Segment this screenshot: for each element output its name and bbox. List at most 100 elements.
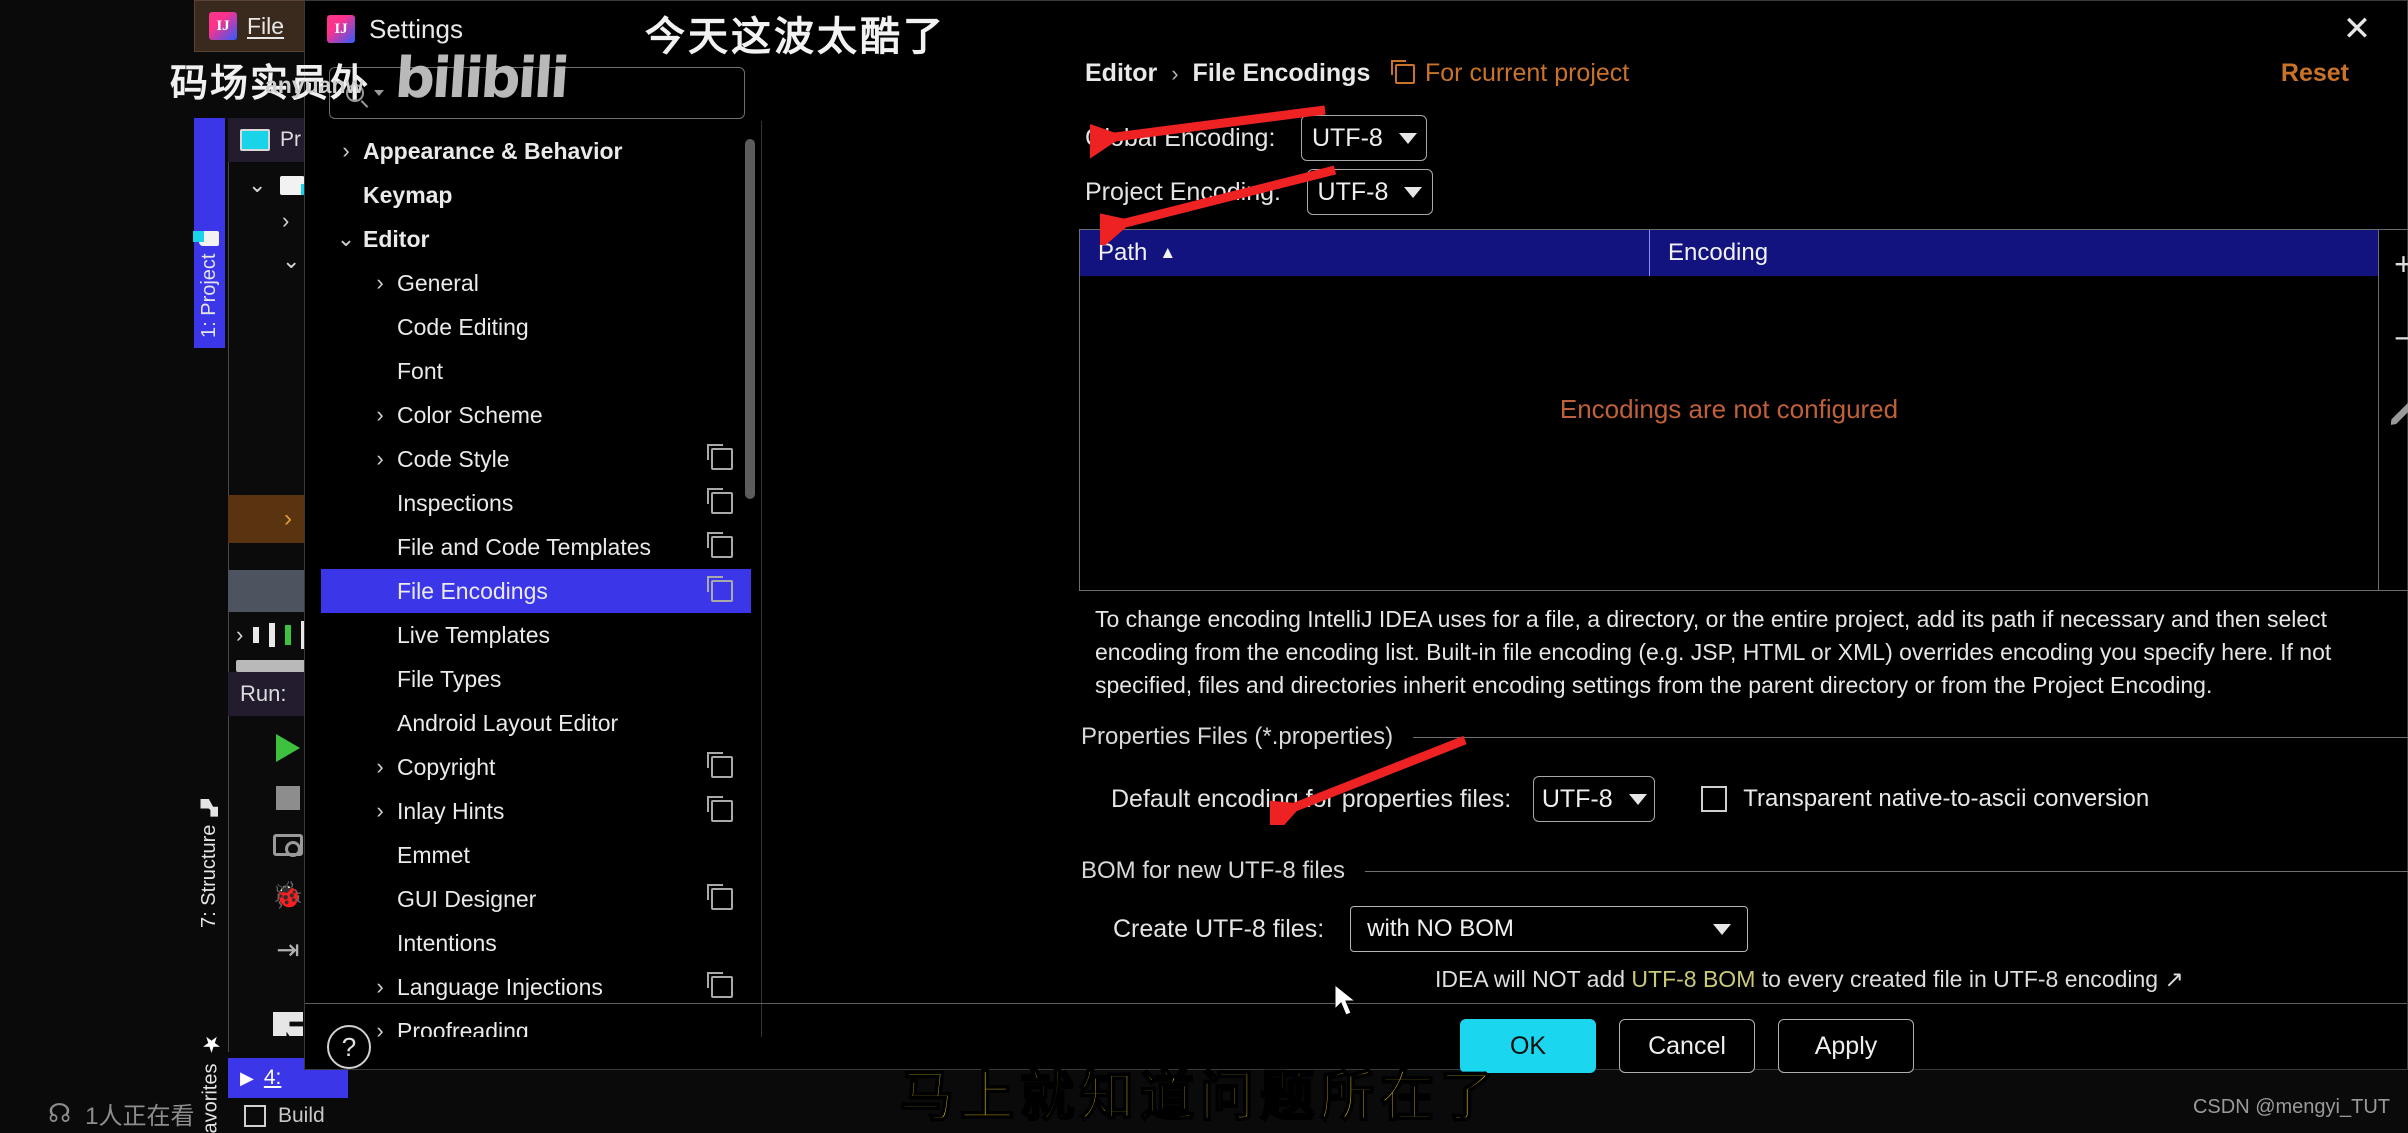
copy-icon bbox=[707, 444, 733, 470]
sidebar-item-label: Copyright bbox=[397, 753, 496, 780]
run-button[interactable] bbox=[271, 734, 305, 762]
sidebar-item-inspections[interactable]: Inspections bbox=[321, 481, 751, 525]
create-utf8-files-value: with NO BOM bbox=[1367, 915, 1514, 942]
sidebar-item-file-encodings[interactable]: File Encodings bbox=[321, 569, 751, 613]
copy-icon bbox=[707, 884, 733, 910]
project-tree-row-2[interactable]: › bbox=[282, 208, 289, 234]
apply-button[interactable]: Apply bbox=[1778, 1019, 1914, 1073]
ide-menu-file[interactable]: IJ File bbox=[194, 0, 322, 52]
sidebar-item-label: Language Injections bbox=[397, 973, 603, 1000]
sidebar-item-label: Font bbox=[397, 357, 444, 384]
layout-button[interactable] bbox=[271, 1012, 305, 1036]
folder-icon bbox=[199, 230, 220, 246]
sidebar-item-label: Live Templates bbox=[397, 621, 550, 648]
sidebar-item-keymap[interactable]: Keymap bbox=[321, 173, 751, 217]
sidebar-item-label: General bbox=[397, 269, 479, 296]
bar-glyph bbox=[253, 627, 260, 643]
folder-icon bbox=[280, 175, 313, 195]
overlay-bilibili-logo: bilibili bbox=[392, 46, 569, 111]
tree-scrollbar[interactable] bbox=[745, 139, 755, 499]
default-properties-encoding-select[interactable]: UTF-8 bbox=[1533, 776, 1656, 822]
edit-button[interactable] bbox=[2390, 392, 2408, 432]
sidebar-item-editor[interactable]: ⌄ Editor bbox=[321, 217, 751, 261]
help-button[interactable]: ? bbox=[327, 1025, 371, 1069]
project-window-icon bbox=[240, 129, 270, 151]
tool-tab-favorites[interactable]: 2: Favorites ★ bbox=[194, 948, 228, 1133]
build-label: Build bbox=[278, 1103, 325, 1127]
sidebar-item-appearance-behavior[interactable]: › Appearance & Behavior bbox=[321, 129, 751, 173]
sidebar-item-font[interactable]: Font bbox=[321, 349, 751, 393]
table-column-path[interactable]: Path ▲ bbox=[1080, 230, 1650, 276]
intellij-logo-icon: IJ bbox=[209, 12, 237, 40]
sidebar-item-live-templates[interactable]: Live Templates bbox=[321, 613, 751, 657]
project-tree-row-1[interactable]: ⌄ bbox=[248, 172, 313, 198]
stop-button[interactable] bbox=[271, 786, 305, 810]
screen: IJ File 1: Project 7: Structure 2: Favor… bbox=[0, 0, 2408, 1133]
table-column-encoding[interactable]: Encoding bbox=[1650, 230, 1768, 276]
tool-tab-project[interactable]: 1: Project bbox=[194, 118, 225, 348]
sidebar-item-emmet[interactable]: Emmet bbox=[321, 833, 751, 877]
chevron-right-icon: › bbox=[284, 505, 292, 532]
breadcrumb-separator: › bbox=[1171, 60, 1179, 86]
sidebar-item-code-style[interactable]: › Code Style bbox=[321, 437, 751, 481]
debug-button[interactable]: 🐞 bbox=[271, 880, 305, 910]
sidebar-item-file-and-code-templates[interactable]: File and Code Templates bbox=[321, 525, 751, 569]
sidebar-item-label: Editor bbox=[363, 225, 430, 252]
create-utf8-files-select[interactable]: with NO BOM bbox=[1350, 906, 1749, 952]
project-encoding-label: Project Encoding: bbox=[1085, 177, 1281, 206]
sidebar-item-label: File and Code Templates bbox=[397, 533, 651, 560]
reset-link[interactable]: Reset bbox=[2281, 59, 2349, 88]
sidebar-item-label: File Encodings bbox=[397, 577, 548, 604]
chevron-right-icon: › bbox=[376, 402, 384, 427]
tool-window-strip: 1: Project 7: Structure 2: Favorites ★ bbox=[194, 118, 226, 1133]
sidebar-item-copyright[interactable]: › Copyright bbox=[321, 745, 751, 789]
breadcrumb-editor[interactable]: Editor bbox=[1085, 59, 1157, 88]
project-encoding-select[interactable]: UTF-8 bbox=[1306, 169, 1433, 215]
table-body: Encodings are not configured bbox=[1080, 276, 2378, 590]
screenshot-button[interactable] bbox=[271, 834, 305, 857]
sidebar-item-label: Code Editing bbox=[397, 313, 529, 340]
for-current-project-link[interactable]: For current project bbox=[1391, 59, 1629, 88]
default-properties-encoding-label: Default encoding for properties files: bbox=[1111, 784, 1512, 813]
table-action-buttons: + − bbox=[2379, 229, 2408, 591]
sidebar-item-label: Intentions bbox=[397, 929, 497, 956]
sidebar-item-label: Proofreading bbox=[397, 1017, 529, 1038]
sidebar-item-proofreading[interactable]: › Proofreading bbox=[321, 1009, 751, 1038]
chevron-right-icon: › bbox=[376, 446, 384, 471]
chevron-down-icon: ⌄ bbox=[248, 172, 267, 197]
layout-icon bbox=[273, 1012, 303, 1036]
chevron-down-icon bbox=[1398, 132, 1417, 144]
external-link-icon[interactable]: ↗ bbox=[2164, 966, 2183, 992]
table-header-row: Path ▲ Encoding bbox=[1080, 230, 2378, 276]
sidebar-item-file-types[interactable]: File Types bbox=[321, 657, 751, 701]
sidebar-item-code-editing[interactable]: Code Editing bbox=[321, 305, 751, 349]
sidebar-item-gui-designer[interactable]: GUI Designer bbox=[321, 877, 751, 921]
sidebar-item-color-scheme[interactable]: › Color Scheme bbox=[321, 393, 751, 437]
copy-icon bbox=[1391, 59, 1415, 84]
overlay-watermark: anyuanw bbox=[265, 72, 364, 98]
default-properties-encoding-row: Default encoding for properties files: U… bbox=[1111, 776, 2149, 822]
sidebar-item-intentions[interactable]: Intentions bbox=[321, 921, 751, 965]
import-button[interactable]: ⇥ bbox=[271, 934, 305, 965]
bom-hint-suffix: to every created file in UTF-8 encoding bbox=[1755, 966, 2165, 992]
sidebar-item-label: GUI Designer bbox=[397, 885, 537, 912]
remove-button[interactable]: − bbox=[2394, 318, 2408, 358]
sidebar-item-android-layout-editor[interactable]: Android Layout Editor bbox=[321, 701, 751, 745]
sidebar-item-inlay-hints[interactable]: › Inlay Hints bbox=[321, 789, 751, 833]
bom-hint-highlight: UTF-8 BOM bbox=[1631, 966, 1756, 992]
add-button[interactable]: + bbox=[2394, 244, 2408, 284]
sidebar-item-label: Keymap bbox=[363, 181, 453, 208]
chevron-right-icon: › bbox=[236, 622, 244, 647]
global-encoding-select[interactable]: UTF-8 bbox=[1301, 115, 1428, 161]
copy-icon bbox=[707, 532, 733, 558]
sidebar-item-general[interactable]: › General bbox=[321, 261, 751, 305]
project-tree-row-3[interactable]: ⌄ bbox=[282, 248, 300, 274]
transparent-native-to-ascii-checkbox[interactable]: Transparent native-to-ascii conversion bbox=[1701, 785, 2149, 813]
bottom-tab-build[interactable]: Build bbox=[228, 1098, 408, 1133]
chevron-right-icon: › bbox=[376, 974, 384, 999]
create-utf8-files-row: Create UTF-8 files: with NO BOM bbox=[1113, 906, 1749, 952]
intellij-logo-icon: IJ bbox=[327, 15, 355, 43]
cancel-button[interactable]: Cancel bbox=[1619, 1019, 1755, 1073]
bom-hint: IDEA will NOT add UTF-8 BOM to every cre… bbox=[1435, 966, 2184, 993]
tool-tab-structure[interactable]: 7: Structure bbox=[194, 708, 225, 938]
